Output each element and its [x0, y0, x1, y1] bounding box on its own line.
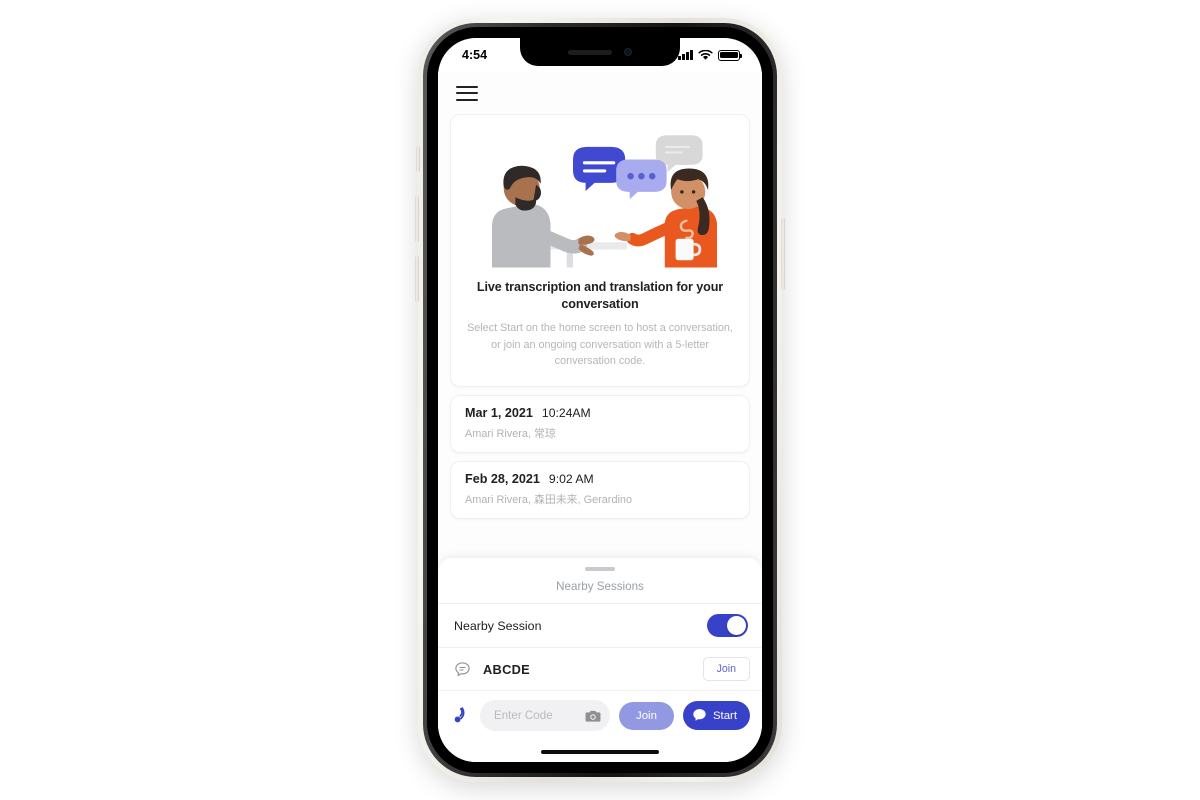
scroll-content[interactable]: Live transcription and translation for y… — [438, 114, 762, 550]
session-date: Feb 28, 2021 — [465, 472, 540, 487]
home-indicator[interactable] — [438, 741, 762, 762]
app-content: Live transcription and translation for y… — [438, 72, 762, 762]
wifi-icon — [698, 49, 713, 60]
nearby-session-toggle[interactable] — [707, 614, 748, 637]
phone-screen: 4:54 Live transcription and translation … — [438, 38, 762, 762]
session-header: Mar 1, 2021 10:24AM — [465, 406, 735, 420]
hero-title: Live transcription and translation for y… — [476, 280, 724, 311]
toggle-knob — [727, 616, 746, 635]
bottom-action-bar: Join Start — [438, 690, 762, 741]
nearby-broadcast-icon[interactable] — [452, 706, 471, 725]
phone-device-frame: 4:54 Live transcription and translation … — [415, 18, 785, 782]
hero-subtitle: Select Start on the home screen to host … — [467, 322, 733, 368]
session-participants: Amari Rivera, 常琼 — [465, 428, 556, 441]
volume-up-button[interactable] — [415, 196, 419, 242]
volume-down-button[interactable] — [415, 256, 419, 302]
nearby-session-label: Nearby Session — [454, 618, 542, 633]
nearby-session-toggle-row[interactable]: Nearby Session — [438, 603, 762, 647]
screenshot-stage: 4:54 Live transcription and translation … — [0, 0, 1200, 800]
camera-icon[interactable] — [585, 709, 601, 723]
code-input[interactable] — [494, 709, 580, 722]
silent-switch[interactable] — [416, 146, 420, 172]
hamburger-menu-icon[interactable] — [456, 85, 478, 101]
power-button[interactable] — [781, 218, 785, 290]
nearby-session-item[interactable]: ABCDE Join — [438, 647, 762, 690]
status-bar-indicators — [678, 49, 743, 61]
session-time: 9:02 AM — [548, 472, 594, 487]
code-input-wrapper[interactable] — [480, 700, 611, 731]
session-card[interactable]: Mar 1, 2021 10:24AM Amari Rivera, 常琼 — [450, 395, 750, 454]
session-date: Mar 1, 2021 — [465, 406, 533, 421]
session-card[interactable]: Feb 28, 2021 9:02 AM Amari Rivera, 森田未来,… — [450, 461, 750, 520]
home-indicator-bar — [541, 749, 659, 754]
hero-card: Live transcription and translation for y… — [450, 114, 750, 388]
session-time: 10:24AM — [541, 406, 591, 421]
start-button-label: Start — [712, 709, 737, 722]
status-bar: 4:54 — [438, 38, 762, 72]
session-header: Feb 28, 2021 9:02 AM — [465, 472, 735, 486]
join-code-button[interactable]: Join — [619, 701, 674, 730]
nearby-sessions-sheet[interactable]: Nearby Sessions Nearby Session ABCDE Joi… — [438, 558, 762, 690]
conversation-illustration — [465, 125, 735, 275]
nearby-session-code: ABCDE — [483, 661, 531, 677]
nearby-join-button[interactable]: Join — [702, 657, 750, 681]
start-conversation-button[interactable]: Start — [682, 701, 750, 730]
status-bar-time: 4:54 — [462, 48, 488, 62]
app-top-bar — [438, 72, 762, 114]
chat-bubble-icon — [455, 661, 470, 676]
cellular-signal-icon — [678, 50, 693, 60]
sheet-title: Nearby Sessions — [556, 580, 644, 593]
session-participants: Amari Rivera, 森田未来, Gerardino — [465, 494, 633, 507]
battery-full-icon — [718, 49, 743, 61]
chat-bubble-filled-icon — [693, 709, 706, 721]
